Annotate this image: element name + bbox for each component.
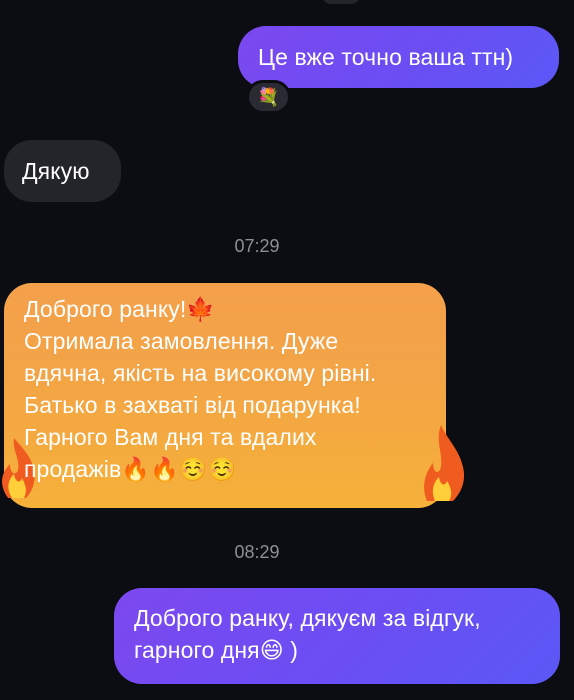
message-line: Доброго ранку!🍁 — [24, 296, 216, 322]
message-timestamp: 07:29 — [234, 236, 280, 256]
message-text: Це вже точно ваша ттн) — [258, 44, 514, 70]
message-reaction-badge[interactable]: 💐 — [246, 80, 291, 114]
message-line: Батько в захваті від подарунка! — [24, 392, 361, 418]
previous-message-reaction-fragment — [322, 0, 360, 4]
message-line: вдячна, якість на високому рівні. — [24, 360, 377, 386]
incoming-message-bubble[interactable]: Дякую — [4, 140, 121, 202]
chat-screen: { "messages": [ { "id": "m1", "direction… — [0, 0, 574, 700]
message-timestamp: 08:29 — [234, 542, 280, 562]
message-text-block: Доброго ранку!🍁 Отримала замовлення. Дуж… — [24, 293, 426, 485]
message-line: Доброго ранку, дякуєм за відгук, — [134, 605, 481, 631]
bottom-safe-area — [0, 690, 574, 700]
message-line: продажів🔥🔥☺️☺️ — [24, 456, 237, 482]
message-line: Отримала замовлення. Дуже — [24, 328, 339, 354]
outgoing-message-bubble[interactable]: Доброго ранку, дякуєм за відгук, гарного… — [114, 588, 560, 684]
incoming-message-bubble-effect[interactable]: Доброго ранку!🍁 Отримала замовлення. Дуж… — [2, 283, 465, 508]
message-text: Дякую — [22, 158, 90, 184]
outgoing-message-bubble[interactable]: Це вже точно ваша ттн) — [238, 26, 559, 88]
message-line: гарного дня😄 ) — [134, 637, 299, 663]
fire-effect-icon — [424, 425, 465, 501]
bouquet-reaction-icon: 💐 — [257, 86, 280, 108]
message-line: Гарного Вам дня та вдалих — [24, 424, 317, 450]
